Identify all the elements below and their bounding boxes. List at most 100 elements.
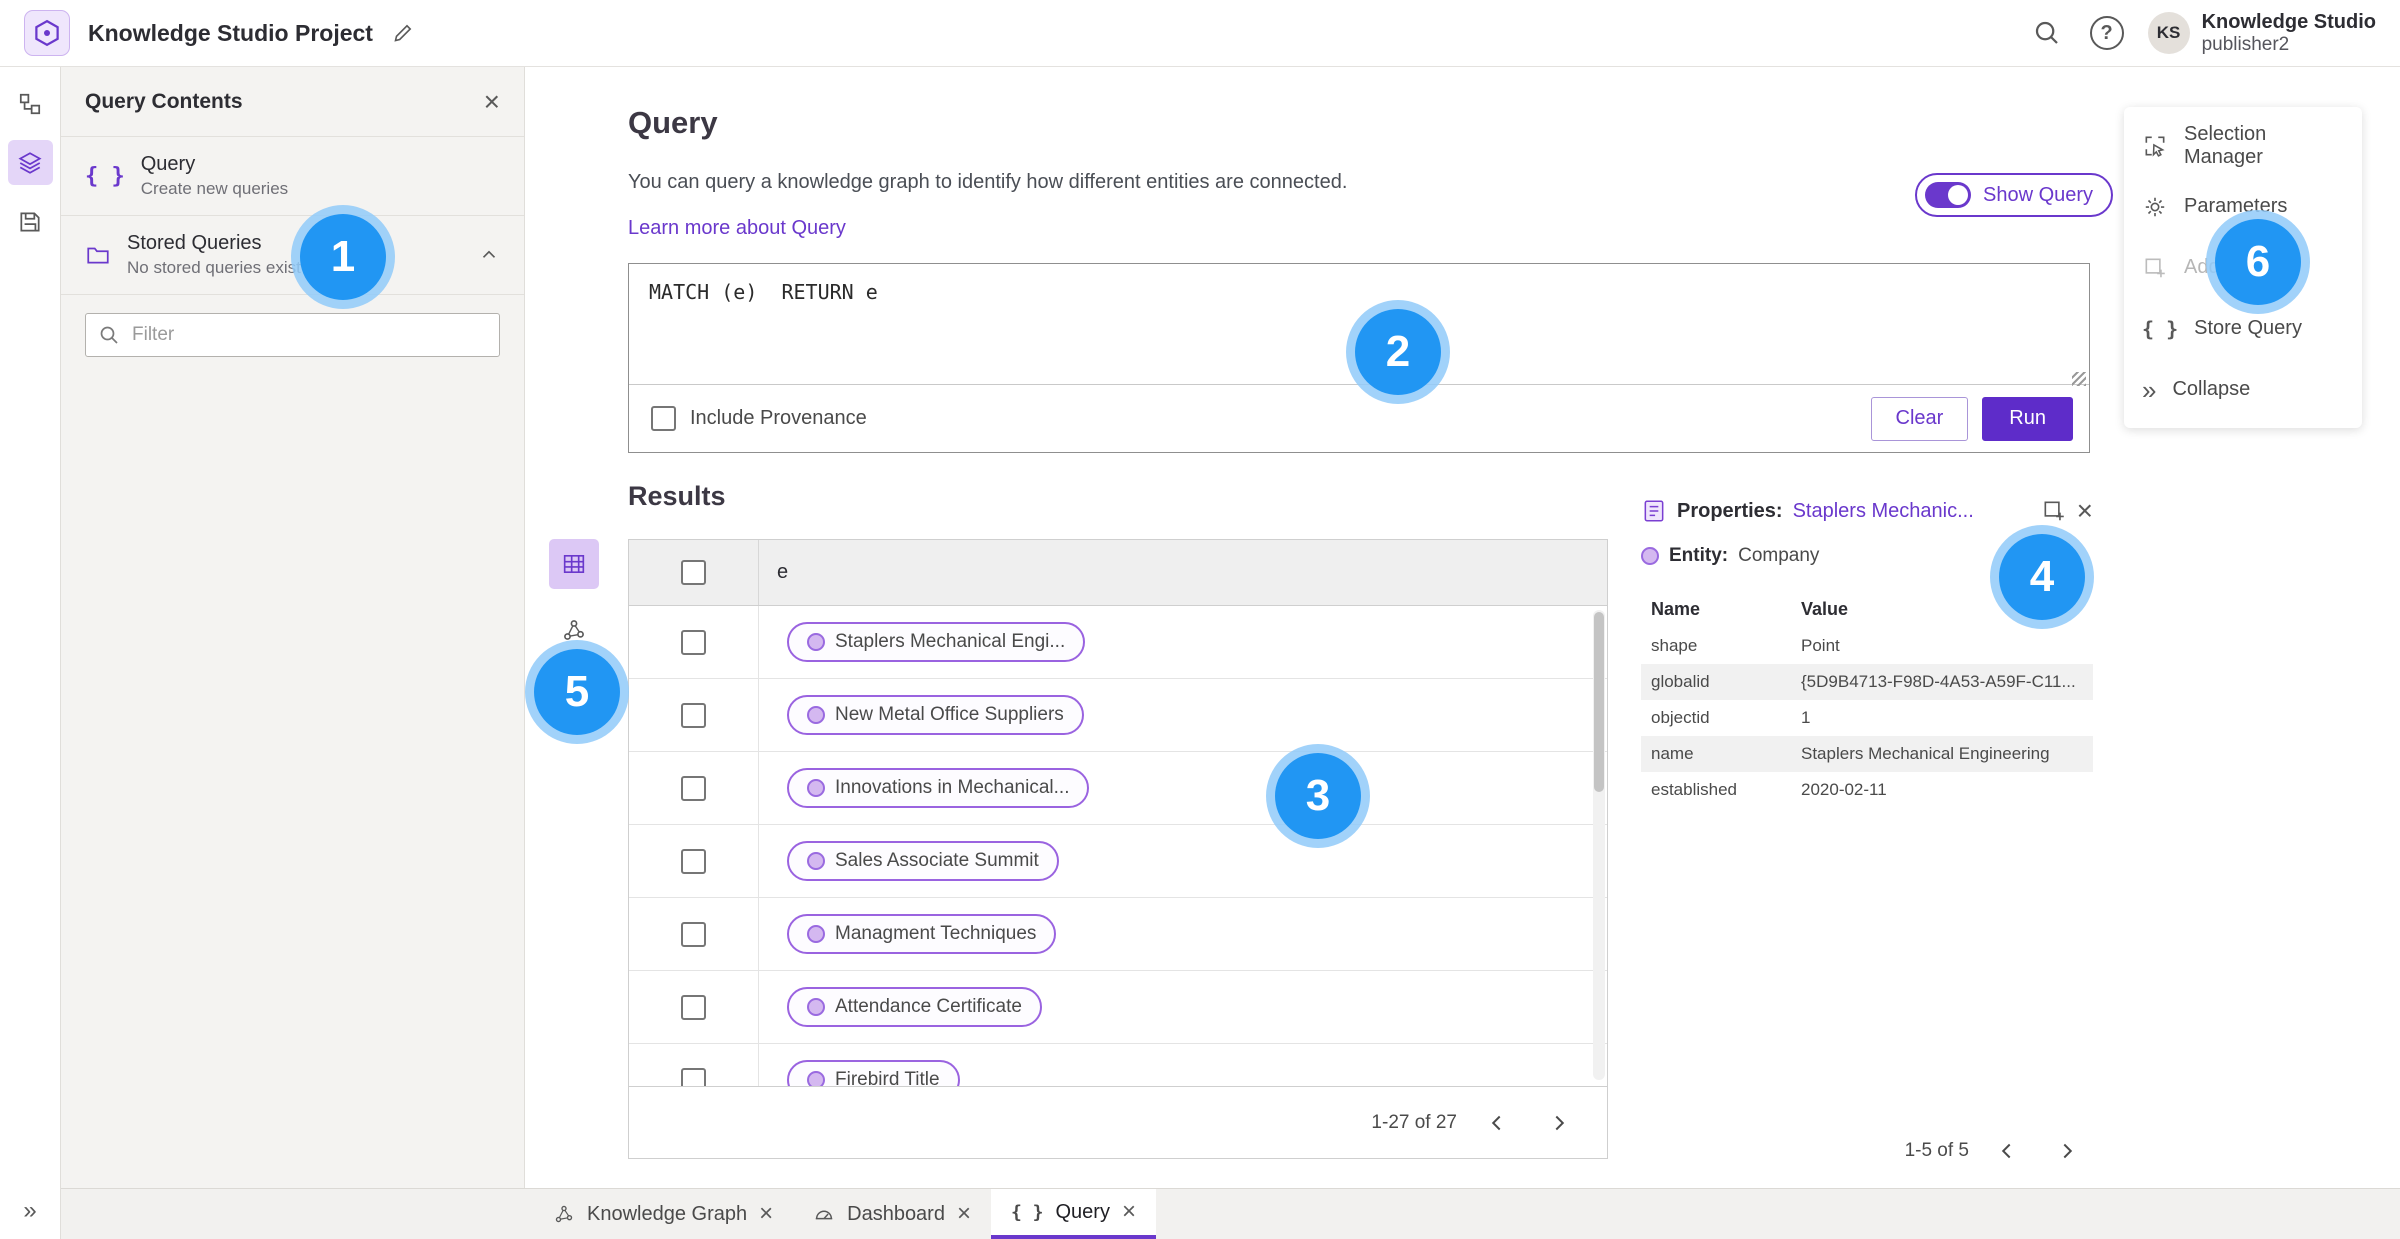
show-query-toggle[interactable]: Show Query xyxy=(1915,173,2114,217)
contents-hierarchy-icon[interactable] xyxy=(8,81,53,126)
left-icon-rail: » xyxy=(0,67,61,1239)
table-row: Innovations in Mechanical... xyxy=(629,752,1607,825)
avatar[interactable]: KS xyxy=(2147,12,2190,54)
expand-rail-icon[interactable]: » xyxy=(23,1197,36,1225)
property-row: objectid 1 xyxy=(1651,708,1811,727)
entity-pill[interactable]: Firebird Title xyxy=(787,1060,960,1086)
props-col-name: Name xyxy=(1651,599,1701,619)
property-row: globalid {5D9B4713-F98D-4A53-A59F-C11... xyxy=(1641,664,2093,700)
include-provenance-checkbox[interactable] xyxy=(651,406,676,431)
braces-icon: { } xyxy=(85,163,125,189)
table-view-icon[interactable] xyxy=(549,539,599,589)
annotation-badge-5: 5 xyxy=(534,649,620,735)
toggle-switch xyxy=(1925,182,1971,208)
property-row: established 2020-02-11 xyxy=(1651,780,1887,799)
annotation-badge-3: 3 xyxy=(1275,753,1361,839)
results-title: Results xyxy=(628,481,726,511)
chevron-up-icon[interactable] xyxy=(478,244,500,266)
add-to-selection-icon[interactable] xyxy=(2041,498,2067,524)
row-checkbox[interactable] xyxy=(681,629,706,655)
panel-item-query[interactable]: { } Query Create new queries xyxy=(61,137,524,216)
store-query-item[interactable]: { } Store Query xyxy=(2124,298,2362,359)
row-checkbox[interactable] xyxy=(681,921,706,947)
close-tab-icon[interactable]: × xyxy=(759,1202,773,1226)
table-row: Firebird Title xyxy=(629,1044,1607,1086)
properties-page-label: 1-5 of 5 xyxy=(1904,1140,1969,1161)
row-checkbox[interactable] xyxy=(681,994,706,1020)
entity-pill[interactable]: New Metal Office Suppliers xyxy=(787,695,1084,735)
row-checkbox[interactable] xyxy=(681,702,706,728)
table-row: Staplers Mechanical Engi... xyxy=(629,606,1607,679)
run-button[interactable]: Run xyxy=(1982,396,2073,441)
close-tab-icon[interactable]: × xyxy=(1122,1200,1136,1224)
entity-value: Company xyxy=(1738,545,1820,566)
results-next-page-icon[interactable] xyxy=(1537,1101,1581,1145)
save-icon[interactable] xyxy=(8,199,53,244)
entity-type-dot xyxy=(1641,547,1659,565)
properties-icon xyxy=(1641,498,1667,524)
panel-item-stored-queries[interactable]: Stored Queries No stored queries exist xyxy=(61,216,524,295)
gear-icon xyxy=(2142,194,2168,220)
close-panel-icon[interactable]: × xyxy=(484,87,500,116)
close-tab-icon[interactable]: × xyxy=(957,1202,971,1226)
help-button[interactable]: ? xyxy=(2084,10,2130,56)
filter-input[interactable] xyxy=(85,313,500,357)
row-checkbox[interactable] xyxy=(681,1067,706,1086)
edit-title-icon[interactable] xyxy=(391,21,415,45)
app-logo-icon[interactable] xyxy=(24,10,70,56)
select-all-checkbox[interactable] xyxy=(681,560,706,585)
selection-manager-item[interactable]: Selection Manager xyxy=(2124,115,2362,176)
results-prev-page-icon[interactable] xyxy=(1475,1101,1519,1145)
selection-manager-icon xyxy=(2142,133,2168,159)
properties-entity-link[interactable]: Staplers Mechanic... xyxy=(1793,500,1974,523)
row-checkbox[interactable] xyxy=(681,775,706,801)
properties-table: Name Value shape Point globalid {5D9B4713-… xyxy=(1641,591,2093,808)
properties-prev-page-icon[interactable] xyxy=(1985,1129,2029,1173)
entity-pill[interactable]: Managment Techniques xyxy=(787,914,1057,954)
scrollbar-thumb[interactable] xyxy=(1594,612,1604,792)
properties-next-page-icon[interactable] xyxy=(2045,1129,2089,1173)
results-table-header: e xyxy=(629,540,1607,606)
entity-pill[interactable]: Staplers Mechanical Engi... xyxy=(787,622,1086,662)
collapse-item[interactable]: » Collapse xyxy=(2124,359,2362,420)
page-title: Query xyxy=(628,105,718,140)
query-tab-braces-icon: { } xyxy=(1010,1201,1044,1223)
entity-pill[interactable]: Sales Associate Summit xyxy=(787,841,1059,881)
properties-title: Properties: xyxy=(1677,499,1783,522)
entity-pill[interactable]: Innovations in Mechanical... xyxy=(787,768,1090,808)
link-chart-view-icon[interactable] xyxy=(549,605,599,655)
folder-icon xyxy=(85,242,111,268)
tab-query[interactable]: { } Query × xyxy=(990,1189,1156,1239)
entity-dot xyxy=(807,925,825,943)
learn-more-link[interactable]: Learn more about Query xyxy=(628,217,846,240)
row-checkbox[interactable] xyxy=(681,848,706,874)
tab-dashboard[interactable]: Dashboard × xyxy=(793,1189,991,1239)
clear-button[interactable]: Clear xyxy=(1870,396,1969,441)
entity-dot xyxy=(807,633,825,651)
tab-knowledge-graph[interactable]: Knowledge Graph × xyxy=(533,1189,793,1239)
filter-wrap xyxy=(85,313,500,357)
close-properties-icon[interactable]: × xyxy=(2077,497,2093,525)
properties-header: Properties: Staplers Mechanic... × xyxy=(1641,497,2093,525)
table-row: New Metal Office Suppliers xyxy=(629,679,1607,752)
resize-handle[interactable] xyxy=(2072,372,2086,386)
query-controls: Include Provenance Clear Run xyxy=(629,385,2089,452)
table-row: Attendance Certificate xyxy=(629,971,1607,1044)
properties-pagination: 1-5 of 5 xyxy=(1905,1129,2093,1173)
user-name: Knowledge Studio xyxy=(2201,10,2376,33)
table-row: Managment Techniques xyxy=(629,898,1607,971)
main-content: Query You can query a knowledge graph to… xyxy=(525,67,2400,1188)
entity-dot xyxy=(807,998,825,1016)
entity-dot xyxy=(807,852,825,870)
filter-search-icon xyxy=(97,323,121,347)
entity-pill[interactable]: Attendance Certificate xyxy=(787,987,1042,1027)
entity-dot xyxy=(807,706,825,724)
user-subtitle: publisher2 xyxy=(2201,33,2290,55)
collapse-icon: » xyxy=(2142,374,2157,405)
dashboard-icon xyxy=(813,1203,835,1225)
layers-icon[interactable] xyxy=(7,140,53,185)
results-view-toggle xyxy=(549,539,599,655)
search-button[interactable] xyxy=(2024,10,2070,56)
results-table: e Staplers Mechanical Engi... New Metal … xyxy=(628,539,1608,1159)
annotation-badge-4: 4 xyxy=(1999,534,2085,620)
